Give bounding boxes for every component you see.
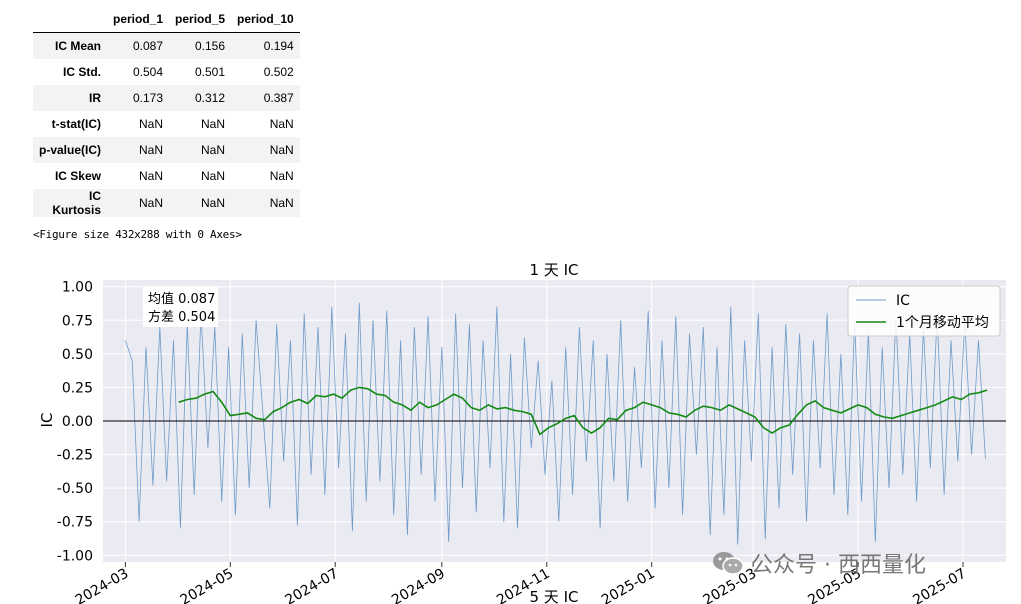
- y-tick-label: 0.00: [62, 414, 93, 430]
- row-label: IC Kurtosis: [52, 189, 101, 217]
- row-label: t-stat(IC): [51, 117, 101, 131]
- chart-title: 1 天 IC: [530, 261, 579, 279]
- table-cell: 0.156: [195, 39, 226, 53]
- x-tick-label: 2024-09: [389, 566, 448, 604]
- table-cell: NaN: [269, 117, 294, 131]
- table-row: IC Skew NaN NaN NaN: [33, 163, 300, 189]
- figure-size-output: <Figure size 432x288 with 0 Axes>: [33, 228, 242, 241]
- row-label: p-value(IC): [39, 143, 102, 157]
- table-cell: 0.312: [195, 91, 226, 105]
- x-tick-label: 2025-01: [599, 566, 658, 604]
- table-corner-cell: [33, 6, 107, 33]
- watermark: 公众号 · 西西量化: [711, 547, 926, 579]
- table-cell: NaN: [201, 196, 226, 210]
- table-cell: NaN: [139, 169, 164, 183]
- y-axis-label: IC: [38, 413, 56, 428]
- table-cell: NaN: [139, 143, 164, 157]
- x-tick-label: 2024-05: [178, 566, 237, 604]
- table-row: IC Kurtosis NaN NaN NaN: [33, 189, 300, 217]
- table-cell: NaN: [201, 117, 226, 131]
- table-row: t-stat(IC) NaN NaN NaN: [33, 111, 300, 137]
- table-cell: 0.501: [195, 65, 226, 79]
- table-cell: 0.502: [263, 65, 294, 79]
- table-cell: 0.504: [132, 65, 164, 79]
- row-label: IC Std.: [63, 65, 101, 79]
- row-label: IR: [89, 91, 101, 105]
- column-header: period_1: [107, 6, 170, 33]
- y-tick-label: -1.00: [57, 548, 93, 564]
- ic-summary-table: period_1 period_5 period_10 IC Mean 0.087…: [33, 6, 300, 217]
- table-cell: 0.087: [132, 39, 164, 53]
- column-header: period_10: [231, 6, 300, 33]
- legend: IC 1个月移动平均: [847, 285, 1001, 337]
- table-cell: 0.194: [263, 39, 294, 53]
- table-cell: NaN: [269, 196, 294, 210]
- table-cell: NaN: [201, 143, 226, 157]
- y-tick-labels: 1.00 0.75 0.50 0.25 0.00 -0.25 -0.50 -0.75 -1.00: [57, 280, 93, 565]
- row-label: IC Skew: [54, 169, 101, 183]
- table-cell: 0.387: [263, 91, 294, 105]
- annotation-mean: 均值 0.087: [148, 291, 215, 307]
- annotation-variance: 方差 0.504: [148, 309, 215, 325]
- x-tick-label: 2024-03: [73, 566, 132, 604]
- table-cell: NaN: [269, 169, 294, 183]
- table-row: IC Std. 0.504 0.501 0.502: [33, 59, 300, 85]
- y-tick-label: 0.75: [62, 313, 93, 329]
- table-row: IR 0.173 0.312 0.387: [33, 85, 300, 111]
- x-tick-label: 2024-07: [283, 566, 342, 604]
- table-cell: NaN: [139, 196, 164, 210]
- table-cell: NaN: [269, 143, 294, 157]
- y-tick-label: 1.00: [62, 280, 93, 296]
- y-tick-label: -0.50: [57, 481, 93, 497]
- table-cell: NaN: [139, 117, 164, 131]
- table-cell: 0.173: [132, 91, 164, 105]
- column-header: period_5: [169, 6, 232, 33]
- watermark-text: 公众号 · 西西量化: [751, 553, 926, 578]
- wechat-icon: [713, 552, 744, 575]
- table-header-row: period_1 period_5 period_10: [33, 6, 300, 33]
- table-row: IC Mean 0.087 0.156 0.194: [33, 32, 300, 59]
- table-cell: NaN: [201, 169, 226, 183]
- table-row: p-value(IC) NaN NaN NaN: [33, 137, 300, 163]
- y-tick-label: 0.50: [62, 347, 93, 363]
- y-tick-label: -0.25: [57, 448, 93, 464]
- y-tick-label: 0.25: [62, 380, 93, 396]
- legend-label-ma: 1个月移动平均: [896, 315, 989, 331]
- y-tick-label: -0.75: [57, 515, 93, 531]
- x-axis-label: 5 天 IC: [530, 588, 579, 604]
- row-label: IC Mean: [54, 39, 101, 53]
- legend-label-ic: IC: [896, 293, 910, 309]
- stats-annotation: 均值 0.087 方差 0.504: [143, 287, 218, 327]
